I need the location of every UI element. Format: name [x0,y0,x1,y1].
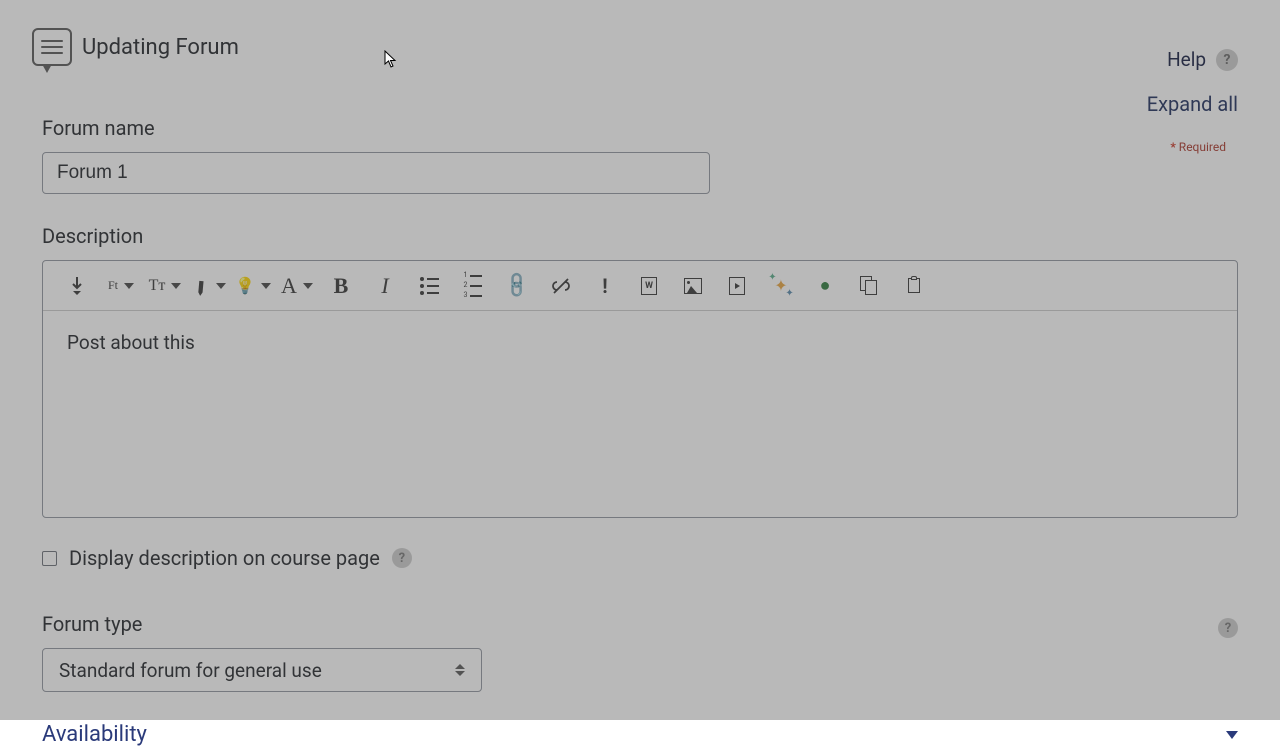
text-color-button[interactable]: A [275,267,319,305]
help-icon[interactable]: ? [1216,49,1238,71]
help-link[interactable]: Help [1167,48,1206,71]
numbered-list-button[interactable]: 1 2 3 [451,267,495,305]
insert-effect-button[interactable]: ✦ [759,267,803,305]
display-description-label: Display description on course page [69,546,380,570]
bold-button[interactable]: B [319,267,363,305]
insert-image-button[interactable] [671,267,715,305]
forum-type-value: Standard forum for general use [59,659,322,682]
bullet-list-button[interactable] [407,267,451,305]
chevron-down-icon [1226,731,1238,739]
highlight-color-button[interactable] [187,267,231,305]
important-button[interactable]: ! [583,267,627,305]
forum-type-select[interactable]: Standard forum for general use [42,648,482,692]
insert-media-button[interactable] [715,267,759,305]
description-editor: Ft Tт 💡 A B I 1 2 3 [42,260,1238,518]
forum-name-label: Forum name [42,116,1238,140]
insert-globe-button[interactable]: ● [803,267,847,305]
forum-type-help-icon[interactable]: ? [1218,618,1238,638]
link-button[interactable]: 🔗 [495,267,539,305]
toolbar-toggle-icon[interactable] [55,267,99,305]
required-badge: Required [1170,140,1226,154]
forum-type-label: Forum type [42,612,482,636]
italic-button[interactable]: I [363,267,407,305]
editor-toolbar: Ft Tт 💡 A B I 1 2 3 [43,261,1237,311]
select-arrows-icon [455,664,465,676]
forum-icon [32,28,72,66]
font-size-button[interactable]: Tт [143,267,187,305]
unlink-button[interactable] [539,267,583,305]
forum-name-input[interactable] [42,152,710,194]
expand-all-link[interactable]: Expand all [1147,92,1238,116]
availability-label: Availability [42,722,147,747]
paste-button[interactable] [891,267,935,305]
font-family-button[interactable]: Ft [99,267,143,305]
copy-button[interactable] [847,267,891,305]
display-description-help-icon[interactable]: ? [392,548,412,568]
description-textarea[interactable]: Post about this [43,311,1237,517]
availability-section-toggle[interactable]: Availability [42,720,1238,749]
insert-word-button[interactable]: W [627,267,671,305]
background-color-button[interactable]: 💡 [231,267,275,305]
page-title: Updating Forum [82,35,239,60]
display-description-checkbox[interactable] [42,551,57,566]
description-label: Description [42,224,1238,248]
